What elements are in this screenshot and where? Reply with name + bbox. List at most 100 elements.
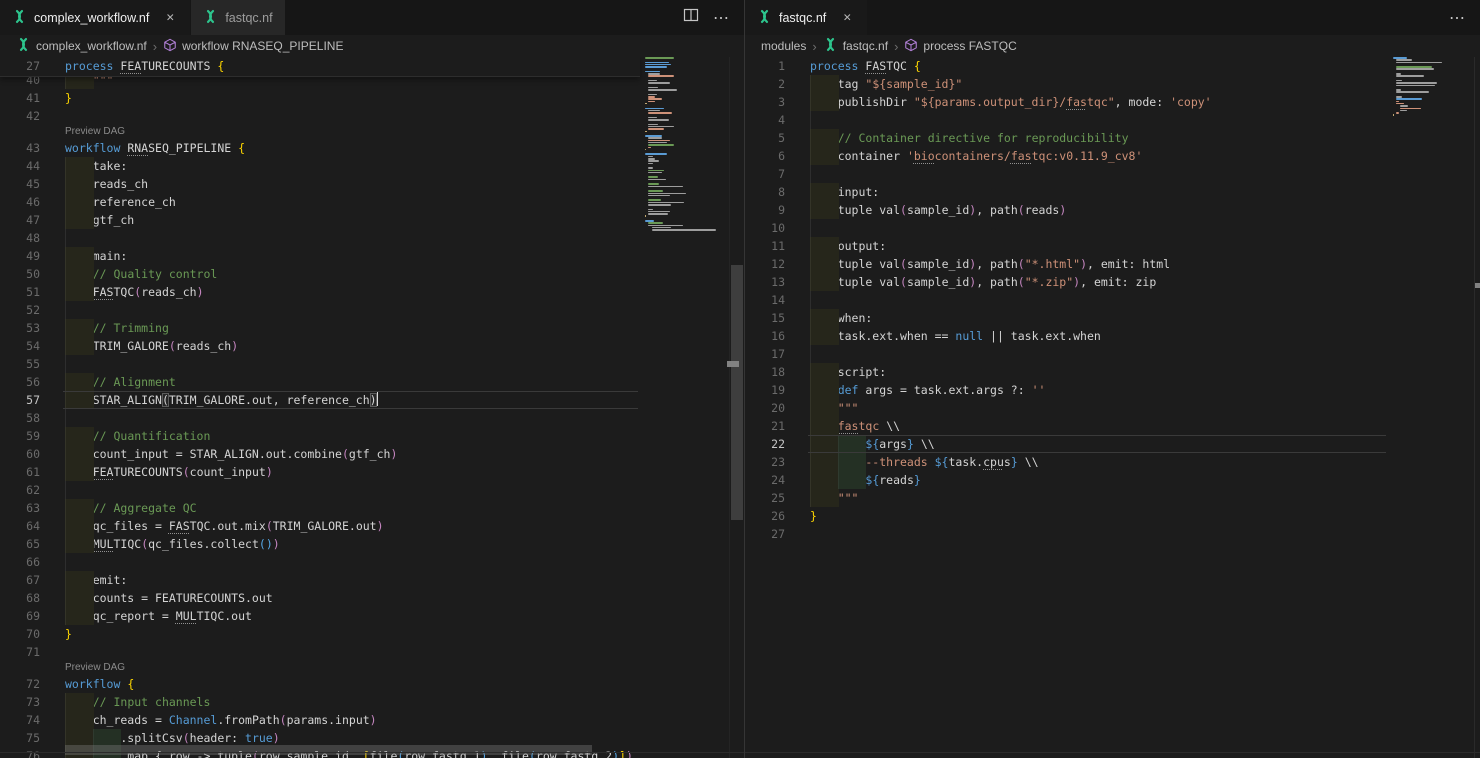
code-line[interactable]: 62 bbox=[0, 481, 640, 499]
code-line[interactable]: 49 main: bbox=[0, 247, 640, 265]
code-line[interactable]: 12 tuple val(sample_id), path("*.html"),… bbox=[745, 255, 1388, 273]
code-line[interactable]: 41} bbox=[0, 89, 640, 107]
code-line[interactable]: 17 bbox=[745, 345, 1388, 363]
minimap-line bbox=[648, 211, 670, 213]
tab-complex_workflow.nf[interactable]: complex_workflow.nf✕ bbox=[0, 0, 191, 35]
breadcrumb-item[interactable]: complex_workflow.nf bbox=[36, 39, 147, 53]
breadcrumb-item[interactable]: process FASTQC bbox=[923, 39, 1016, 53]
code-line[interactable]: 61 FEATURECOUNTS(count_input) bbox=[0, 463, 640, 481]
line-number: 64 bbox=[0, 517, 40, 535]
minimap-line bbox=[648, 167, 652, 169]
code-line[interactable]: 67 emit: bbox=[0, 571, 640, 589]
code-line[interactable]: 74 ch_reads = Channel.fromPath(params.in… bbox=[0, 711, 640, 729]
code-line[interactable]: 68 counts = FEATURECOUNTS.out bbox=[0, 589, 640, 607]
code-line[interactable]: 60 count_input = STAR_ALIGN.out.combine(… bbox=[0, 445, 640, 463]
breadcrumb-item[interactable]: modules bbox=[761, 39, 806, 53]
code-line[interactable]: 27 bbox=[745, 525, 1388, 543]
code-line[interactable]: 55 bbox=[0, 355, 640, 373]
editor-right[interactable]: 1process FASTQC {2 tag "${sample_id}"3 p… bbox=[745, 57, 1480, 758]
code-line[interactable]: 45 reads_ch bbox=[0, 175, 640, 193]
code-line[interactable]: 72workflow { bbox=[0, 675, 640, 693]
minimap-line bbox=[1396, 101, 1399, 103]
code-line[interactable]: 52 bbox=[0, 301, 640, 319]
code-area-left[interactable]: 40 """41}42Preview DAG43workflow RNASEQ_… bbox=[0, 57, 640, 758]
code-line[interactable]: 44 take: bbox=[0, 157, 640, 175]
code-line[interactable]: 66 bbox=[0, 553, 640, 571]
breadcrumb-item[interactable]: fastqc.nf bbox=[843, 39, 888, 53]
code-line[interactable]: 53 // Trimming bbox=[0, 319, 640, 337]
split-editor-icon[interactable] bbox=[683, 7, 699, 28]
code-line[interactable]: 26} bbox=[745, 507, 1388, 525]
code-line[interactable]: 63 // Aggregate QC bbox=[0, 499, 640, 517]
code-line[interactable]: 25 """ bbox=[745, 489, 1388, 507]
code-line[interactable]: 8 input: bbox=[745, 183, 1388, 201]
code-area-right[interactable]: 1process FASTQC {2 tag "${sample_id}"3 p… bbox=[745, 57, 1388, 543]
code-line[interactable]: 42 bbox=[0, 107, 640, 125]
minimap-line bbox=[648, 124, 657, 126]
code-line[interactable]: 48 bbox=[0, 229, 640, 247]
scrollbar-thumb[interactable] bbox=[731, 265, 743, 520]
code-line[interactable]: 9 tuple val(sample_id), path(reads) bbox=[745, 201, 1388, 219]
code-line[interactable]: 24 ${reads} bbox=[745, 471, 1388, 489]
code-line[interactable]: 15 when: bbox=[745, 309, 1388, 327]
code-line[interactable]: 51 FASTQC(reads_ch) bbox=[0, 283, 640, 301]
code-line[interactable]: 57 STAR_ALIGN(TRIM_GALORE.out, reference… bbox=[0, 391, 640, 409]
tab-fastqc.nf[interactable]: fastqc.nf bbox=[191, 0, 285, 35]
code-line[interactable]: 59 // Quantification bbox=[0, 427, 640, 445]
code-line[interactable]: 3 publishDir "${params.output_dir}/fastq… bbox=[745, 93, 1388, 111]
line-number: 62 bbox=[0, 481, 40, 499]
code-line[interactable]: 50 // Quality control bbox=[0, 265, 640, 283]
codelens-preview-dag[interactable]: Preview DAG bbox=[0, 125, 640, 139]
breadcrumb-item[interactable]: workflow RNASEQ_PIPELINE bbox=[182, 39, 343, 53]
code-line[interactable]: 10 bbox=[745, 219, 1388, 237]
code-line[interactable]: 20 """ bbox=[745, 399, 1388, 417]
tab-fastqc.nf[interactable]: fastqc.nf✕ bbox=[745, 0, 868, 35]
line-number: 19 bbox=[745, 381, 785, 399]
code-line[interactable]: 22 ${args} \\ bbox=[745, 435, 1388, 453]
code-line[interactable]: 23 --threads ${task.cpus} \\ bbox=[745, 453, 1388, 471]
nextflow-icon bbox=[203, 9, 218, 27]
code-line[interactable]: 5 // Container directive for reproducibi… bbox=[745, 129, 1388, 147]
code-line[interactable]: 43workflow RNASEQ_PIPELINE { bbox=[0, 139, 640, 157]
code-line[interactable]: 1process FASTQC { bbox=[745, 57, 1388, 75]
minimap-left[interactable] bbox=[645, 57, 730, 232]
sticky-scroll-header[interactable]: 27process FEATURECOUNTS { bbox=[0, 57, 640, 77]
tab-label: fastqc.nf bbox=[225, 11, 272, 25]
scrollbar-handle-notch[interactable] bbox=[727, 361, 739, 367]
code-line[interactable]: 73 // Input channels bbox=[0, 693, 640, 711]
codelens-preview-dag[interactable]: Preview DAG bbox=[0, 661, 640, 675]
minimap-right[interactable] bbox=[1393, 57, 1460, 119]
code-line[interactable]: 65 MULTIQC(qc_files.collect()) bbox=[0, 535, 640, 553]
code-line[interactable]: 2 tag "${sample_id}" bbox=[745, 75, 1388, 93]
code-line[interactable]: 16 task.ext.when == null || task.ext.whe… bbox=[745, 327, 1388, 345]
code-line[interactable]: 69 qc_report = MULTIQC.out bbox=[0, 607, 640, 625]
horizontal-scrollbar-thumb[interactable] bbox=[65, 745, 592, 755]
code-line[interactable]: 4 bbox=[745, 111, 1388, 129]
tab-close-icon[interactable]: ✕ bbox=[839, 10, 855, 26]
workbench: complex_workflow.nf✕fastqc.nf ⋯ complex_… bbox=[0, 0, 1480, 758]
code-line[interactable]: 7 bbox=[745, 165, 1388, 183]
tab-close-icon[interactable]: ✕ bbox=[162, 10, 178, 26]
code-line[interactable]: 56 // Alignment bbox=[0, 373, 640, 391]
code-line[interactable]: 6 container 'biocontainers/fastqc:v0.11.… bbox=[745, 147, 1388, 165]
code-line[interactable]: 71 bbox=[0, 643, 640, 661]
code-line[interactable]: 70} bbox=[0, 625, 640, 643]
more-actions-icon[interactable]: ⋯ bbox=[713, 8, 730, 28]
editor-left[interactable]: 40 """41}42Preview DAG43workflow RNASEQ_… bbox=[0, 57, 744, 758]
code-line[interactable]: 14 bbox=[745, 291, 1388, 309]
scrollbar-handle-notch[interactable] bbox=[1475, 283, 1480, 288]
code-line[interactable]: 13 tuple val(sample_id), path("*.zip"), … bbox=[745, 273, 1388, 291]
code-line[interactable]: 27process FEATURECOUNTS { bbox=[0, 57, 640, 75]
code-line[interactable]: 47 gtf_ch bbox=[0, 211, 640, 229]
code-line[interactable]: 46 reference_ch bbox=[0, 193, 640, 211]
code-line[interactable]: 54 TRIM_GALORE(reads_ch) bbox=[0, 337, 640, 355]
more-actions-icon[interactable]: ⋯ bbox=[1449, 8, 1466, 28]
line-number: 11 bbox=[745, 237, 785, 255]
vertical-scrollbar-left[interactable] bbox=[729, 57, 744, 758]
code-line[interactable]: 18 script: bbox=[745, 363, 1388, 381]
code-line[interactable]: 21 fastqc \\ bbox=[745, 417, 1388, 435]
code-line[interactable]: 64 qc_files = FASTQC.out.mix(TRIM_GALORE… bbox=[0, 517, 640, 535]
code-line[interactable]: 19 def args = task.ext.args ?: '' bbox=[745, 381, 1388, 399]
code-line[interactable]: 11 output: bbox=[745, 237, 1388, 255]
code-line[interactable]: 58 bbox=[0, 409, 640, 427]
